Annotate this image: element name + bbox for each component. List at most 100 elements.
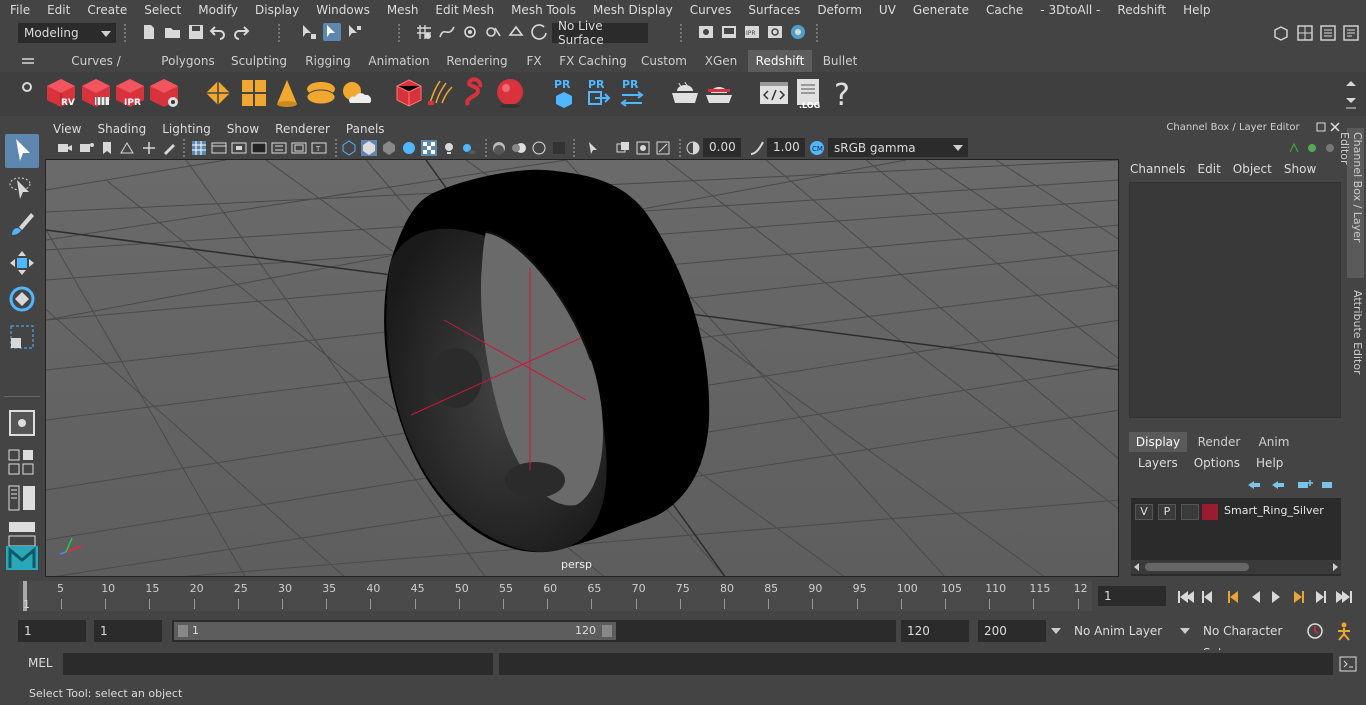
tab-redshift[interactable]: Redshift [748,50,812,72]
3d-viewport[interactable]: persp [45,159,1119,577]
animation-end-field[interactable]: 200 [978,620,1046,642]
chevron-down-icon[interactable] [1051,627,1061,635]
tab-display[interactable]: Display [1129,432,1187,452]
chevron-down-icon[interactable] [1180,627,1190,635]
safe-title-icon[interactable]: T [311,140,327,156]
menu-edit-mesh[interactable]: Edit Mesh [426,3,502,17]
side-tab-attribute-editor[interactable]: Attribute Editor [1347,286,1364,386]
hypershade-icon[interactable] [789,23,807,41]
use-all-lights-icon[interactable] [441,140,457,156]
isolate-select-icon[interactable] [585,140,601,156]
attribute-editor-toggle-icon[interactable] [1319,24,1337,42]
shadows-icon[interactable] [461,140,477,156]
save-scene-icon[interactable] [187,23,205,41]
make-live-icon[interactable] [530,23,548,41]
tab-rigging[interactable]: Rigging [300,50,356,72]
safe-action-icon[interactable] [291,140,307,156]
menu-3dtoall[interactable]: - 3DtoAll - [1031,3,1108,17]
redshift-pr-export-icon[interactable]: PR [551,77,577,109]
select-by-component-icon[interactable] [346,23,364,41]
redshift-dome-light-icon[interactable] [305,77,337,109]
menu-set-dropdown[interactable]: Modeling [18,23,116,43]
layer-visibility-toggle[interactable]: V [1135,504,1153,520]
layer-menu-layers[interactable]: Layers [1138,456,1178,470]
menu-redshift[interactable]: Redshift [1108,3,1174,17]
menu-help[interactable]: Help [1174,3,1218,17]
channel-list[interactable] [1129,182,1341,418]
chevron-right-icon[interactable] [1331,563,1339,571]
tab-rendering[interactable]: Rendering [442,50,512,72]
float-panel-icon[interactable] [1316,122,1326,132]
textured-icon[interactable] [421,140,437,156]
channel-box-menu-show[interactable]: Show [1278,162,1322,176]
exposure-field[interactable]: 0.00 [703,138,741,157]
menu-uv[interactable]: UV [870,3,904,17]
layer-list-scrollbar[interactable] [1131,560,1341,574]
redshift-batch-render-icon[interactable] [80,77,112,109]
viewport-menu-renderer[interactable]: Renderer [267,122,338,136]
redshift-pr-sync-icon[interactable]: PR [619,77,645,109]
screen-space-ao-icon[interactable] [491,140,507,156]
current-frame-field[interactable]: 1 [1098,586,1166,606]
gamma-field[interactable]: 1.00 [767,138,805,157]
tab-curves-surfaces[interactable]: Curves / Surfaces [46,50,146,90]
animation-preferences-icon[interactable] [1334,621,1354,641]
menu-generate[interactable]: Generate [904,3,977,17]
layer-display-type-toggle[interactable] [1181,504,1199,520]
single-view-layout-button[interactable] [5,406,39,440]
shelf-scroll-arrows[interactable] [1344,78,1358,112]
move-tool-button[interactable] [5,246,39,280]
image-plane-icon[interactable] [119,141,135,155]
redshift-pr-import-icon[interactable]: PR [585,77,611,109]
redshift-light-icon[interactable] [271,77,303,109]
layer-menu-options[interactable]: Options [1194,456,1240,470]
menu-deform[interactable]: Deform [808,3,870,17]
shelf-settings-gear-icon[interactable] [20,80,34,94]
open-scene-icon[interactable] [164,23,182,41]
channel-box-options-icons[interactable] [1286,140,1338,154]
menu-create[interactable]: Create [78,3,135,17]
xray-components-icon[interactable] [655,140,671,156]
snap-grid-icon[interactable] [415,23,433,41]
bookmark-icon[interactable] [101,141,113,155]
resolution-gate-icon[interactable] [231,140,247,156]
menu-mesh-display[interactable]: Mesh Display [584,3,681,17]
live-surface-field[interactable]: No Live Surface [552,19,648,47]
menu-select[interactable]: Select [135,3,189,17]
range-end-grip[interactable] [602,625,612,637]
layer-name[interactable]: Smart_Ring_Silver [1224,504,1324,517]
viewport-menu-lighting[interactable]: Lighting [154,122,219,136]
wireframe-on-shaded-icon[interactable] [401,140,417,156]
redshift-sun-sky-icon[interactable] [340,77,372,109]
wireframe-icon[interactable] [341,140,357,156]
redshift-ipr-icon[interactable]: IPR [114,77,146,109]
script-editor-icon[interactable] [1339,656,1357,672]
redshift-help-icon[interactable]: ? [828,77,860,109]
layer-action-icons[interactable] [1244,478,1336,492]
time-ruler[interactable]: 1 5 10 15 20 25 30 35 40 45 50 55 60 65 70 75 80 85 90 95 1… [19,581,1092,611]
film-gate-icon[interactable] [211,140,227,156]
view-transform-dropdown[interactable]: sRGB gamma [828,138,968,157]
snap-live-surface-icon[interactable] [507,23,525,41]
menu-mesh[interactable]: Mesh [378,3,427,17]
redshift-sphere-icon[interactable] [493,77,525,109]
menu-display[interactable]: Display [246,3,307,17]
xray-joints-icon[interactable] [635,140,651,156]
select-by-object-icon[interactable] [323,23,341,41]
layer-playback-toggle[interactable]: P [1158,504,1176,520]
auto-key-icon[interactable] [1306,622,1324,640]
redshift-bake-icon[interactable] [669,77,701,109]
camera-select-icon[interactable] [57,141,73,155]
redshift-bake-set-icon[interactable] [703,77,735,109]
render-view-icon[interactable] [697,23,715,41]
rotate-tool-button[interactable] [5,282,39,316]
menu-file[interactable]: File [0,3,38,17]
gate-mask-icon[interactable] [251,140,267,156]
side-tab-channel-box[interactable]: Channel Box / Layer Editor [1338,128,1364,278]
2d-pan-zoom-icon[interactable] [141,141,157,155]
redshift-mesh-params-icon[interactable] [393,77,425,109]
viewport-menu-panels[interactable]: Panels [338,122,393,136]
scrollbar-thumb[interactable] [1145,563,1249,571]
menu-cache[interactable]: Cache [977,3,1031,17]
layer-menu-help[interactable]: Help [1256,456,1283,470]
